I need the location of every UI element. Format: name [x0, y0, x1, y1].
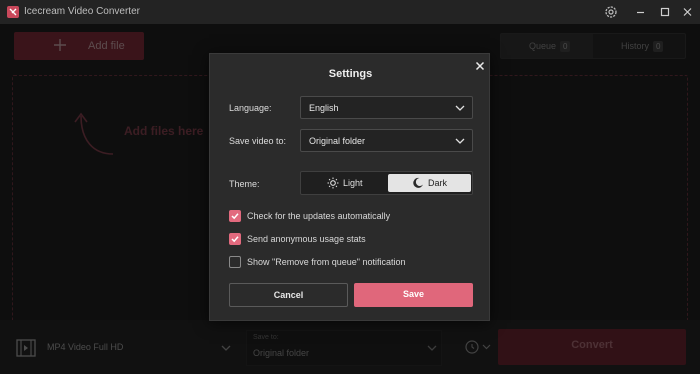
- minimize-icon[interactable]: [632, 4, 650, 20]
- gear-icon[interactable]: [602, 4, 620, 20]
- language-value: English: [309, 103, 339, 113]
- save-label: Save: [402, 289, 425, 299]
- remove-notification-label: Show "Remove from queue" notification: [247, 257, 406, 267]
- check-updates-label: Check for the updates automatically: [247, 211, 391, 221]
- check-updates-checkbox[interactable]: [229, 210, 241, 222]
- save-video-value: Original folder: [309, 136, 366, 146]
- theme-toggle: Light Dark: [300, 171, 473, 195]
- close-icon[interactable]: [679, 4, 697, 20]
- dialog-title: Settings: [328, 68, 373, 80]
- save-video-select[interactable]: Original folder: [300, 129, 473, 152]
- usage-stats-checkbox[interactable]: [229, 233, 241, 245]
- theme-dark-label: Dark: [428, 178, 448, 188]
- settings-dialog: Settings Language: English Save video to…: [209, 53, 490, 321]
- cancel-label: Cancel: [273, 290, 304, 300]
- language-select[interactable]: English: [300, 96, 473, 119]
- usage-stats-label: Send anonymous usage stats: [247, 234, 366, 244]
- theme-dark-option[interactable]: Dark: [388, 174, 471, 192]
- language-label: Language:: [229, 103, 272, 113]
- chevron-down-icon: [455, 103, 465, 113]
- cancel-button[interactable]: Cancel: [229, 283, 348, 307]
- app-title: Icecream Video Converter: [24, 6, 140, 17]
- save-video-label: Save video to:: [229, 136, 287, 146]
- chevron-down-icon: [455, 136, 465, 146]
- theme-light-label: Light: [343, 178, 363, 188]
- app-logo-icon: [7, 6, 19, 18]
- moon-icon: [412, 177, 424, 189]
- theme-light-option[interactable]: Light: [303, 174, 386, 192]
- save-button[interactable]: Save: [354, 283, 473, 307]
- theme-label: Theme:: [229, 179, 260, 189]
- sun-icon: [327, 177, 339, 189]
- close-icon[interactable]: [474, 60, 486, 72]
- maximize-icon[interactable]: [656, 4, 674, 20]
- remove-notification-checkbox[interactable]: [229, 256, 241, 268]
- title-bar: Icecream Video Converter: [0, 0, 700, 24]
